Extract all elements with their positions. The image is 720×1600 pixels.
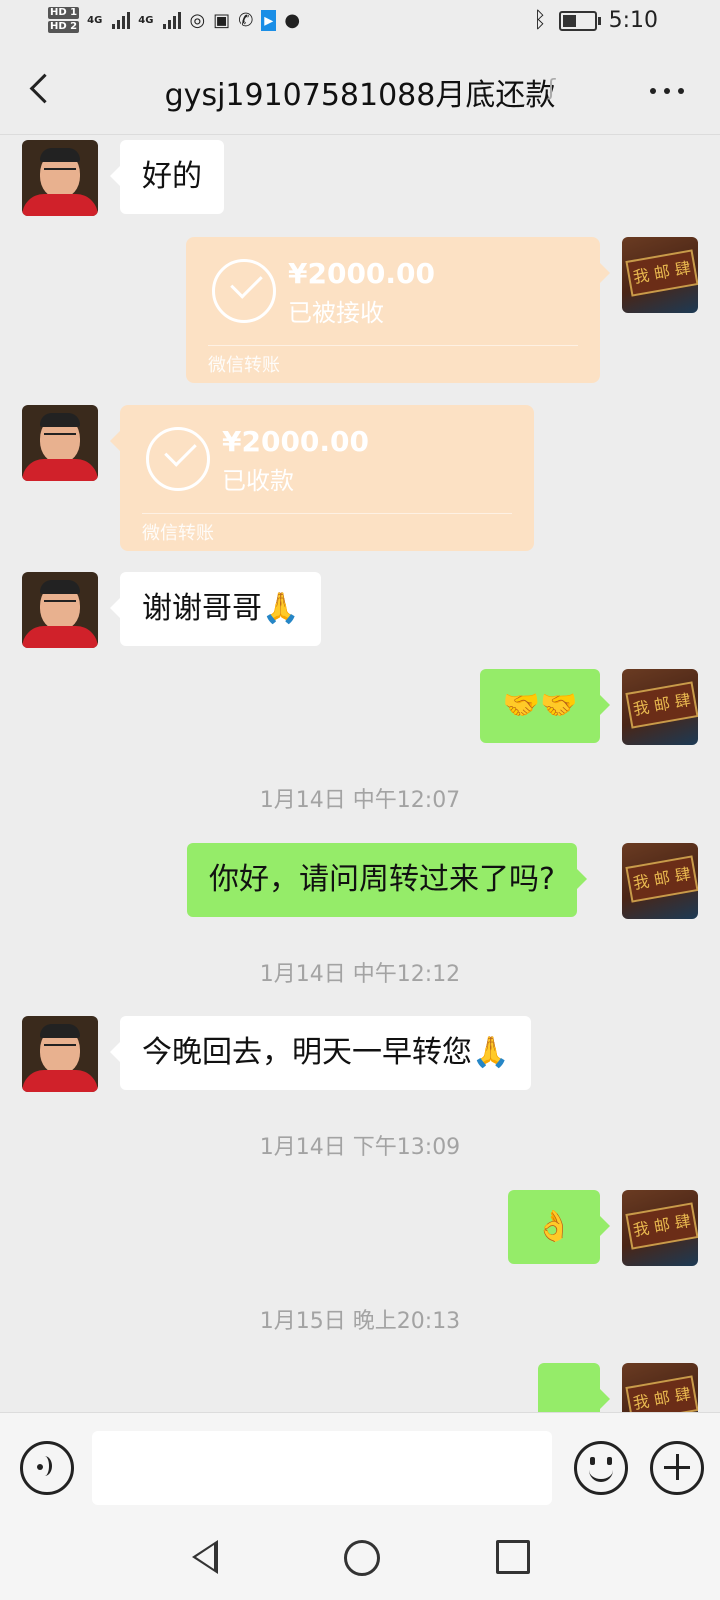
status-icons-left: HD 1 HD 2 4G 4G ◎ ▣ ✆ ▸ ● [48,6,300,34]
transfer-label: 微信转账 [142,523,214,544]
signal-icon [112,11,131,29]
transfer-amount: ¥2000.00 [222,425,370,458]
system-nav-bar [0,1518,720,1600]
chat-header: gysj19107581088月底还款 ʃ [0,46,720,135]
signal-icon [163,11,182,29]
transfer-card-sent[interactable]: ¥2000.00 已被接收 微信转账 [186,237,610,383]
timestamp: 1月15日 晚上20:13 [259,1309,461,1334]
status-icons-right: ᛒ 5:10 [533,8,658,33]
hotspot-icon: ◎ [189,9,206,31]
more-icon[interactable] [648,70,688,110]
friend-avatar[interactable] [22,1016,98,1092]
message-bubble[interactable]: 🤝🤝 [480,669,610,743]
message-bubble[interactable]: 你好，请问周转过来了吗? [187,843,587,917]
divider [208,345,578,346]
input-bar [0,1412,720,1519]
check-icon [146,427,210,491]
timestamp: 1月14日 下午13:09 [259,1135,461,1160]
battery-level [562,14,576,27]
my-avatar[interactable]: 我 邮 肆 [622,237,698,313]
my-avatar[interactable]: 我 邮 肆 [622,843,698,919]
chat-messages[interactable]: 好的 ¥2000.00 已被接收 微信转账 我 邮 肆 ¥2000.00 已收款… [0,135,720,1412]
transfer-card-received[interactable]: ¥2000.00 已收款 微信转账 [110,405,534,551]
message-input[interactable] [92,1431,552,1505]
transfer-label: 微信转账 [208,355,280,376]
nav-home-icon[interactable] [344,1540,380,1576]
call-icon: ✆ [238,9,254,31]
divider [142,513,512,514]
check-icon [212,259,276,323]
my-avatar[interactable]: 我 邮 肆 [622,669,698,745]
status-bar: HD 1 HD 2 4G 4G ◎ ▣ ✆ ▸ ● ᛒ 5:10 [0,0,720,46]
transfer-status: 已被接收 [288,299,384,327]
gift-icon: ▣ [213,9,231,31]
message-bubble[interactable]: 好的 [110,140,224,214]
emoji-icon[interactable] [574,1441,628,1495]
network-type-1: 4G [87,14,103,26]
nav-recent-icon[interactable] [496,1540,530,1574]
friend-avatar[interactable] [22,405,98,481]
timestamp: 1月14日 中午12:07 [259,788,461,813]
message-bubble[interactable]: 今晚回去，明天一早转您🙏 [109,1016,532,1090]
my-avatar[interactable]: 我 邮 肆 [622,1190,698,1266]
battery-icon [558,10,601,31]
network-type-2: 4G [138,14,154,26]
voice-icon[interactable] [20,1441,74,1495]
message-bubble-partial[interactable] [538,1363,610,1412]
plus-icon[interactable] [650,1441,704,1495]
nav-back-icon[interactable] [192,1540,218,1574]
bluetooth-icon: ᛒ [533,8,547,33]
ear-icon: ʃ [548,76,556,101]
friend-avatar[interactable] [22,140,98,216]
timestamp: 1月14日 中午12:12 [259,962,461,987]
friend-avatar[interactable] [22,572,98,648]
message-bubble[interactable]: 👌 [508,1190,610,1264]
clock: 5:10 [608,8,658,33]
transfer-status: 已收款 [222,467,294,495]
my-avatar[interactable]: 我 邮 肆 [622,1363,698,1412]
app-icon: ▸ [261,9,277,31]
message-icon: ● [284,9,301,31]
message-bubble[interactable]: 谢谢哥哥🙏 [109,572,322,646]
hd-icon: HD 1 HD 2 [48,7,80,33]
transfer-amount: ¥2000.00 [288,257,436,290]
chat-title: gysj19107581088月底还款 [164,78,556,113]
